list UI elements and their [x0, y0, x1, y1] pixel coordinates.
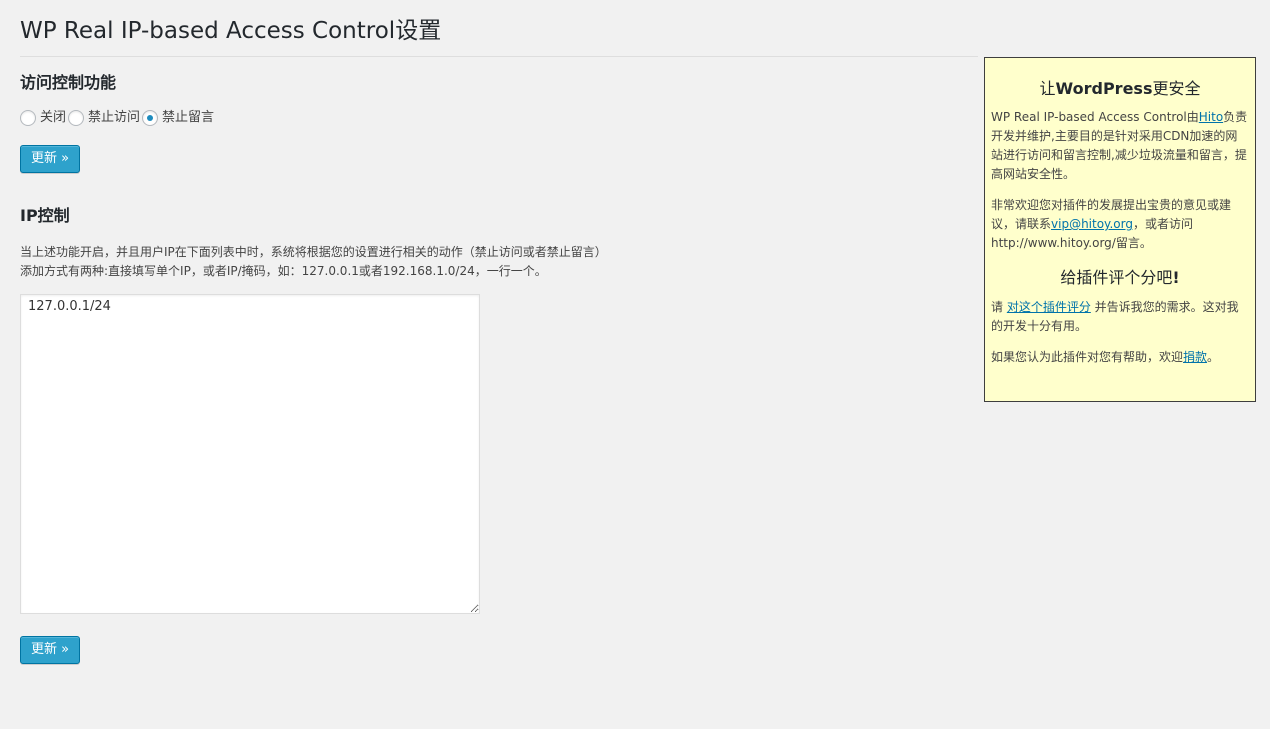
donate-text-b: 。 — [1207, 350, 1220, 364]
sidebar-heading-suffix: 更安全 — [1152, 79, 1201, 98]
intro-text-a: WP Real IP-based Access Control由 — [991, 110, 1199, 124]
title-divider — [20, 56, 978, 57]
access-mode-radio-group: 关闭 禁止访问 禁止留言 — [20, 109, 216, 127]
sidebar-heading-prefix: 让 — [1039, 79, 1056, 98]
author-link[interactable]: Hito — [1199, 110, 1223, 124]
donate-link[interactable]: 捐款 — [1183, 350, 1207, 364]
sidebar-heading: 让WordPress更安全 — [991, 78, 1249, 100]
radio-block-comments-label[interactable]: 禁止留言 — [162, 109, 214, 127]
sidebar-donate-paragraph: 如果您认为此插件对您有帮助，欢迎捐款。 — [991, 348, 1249, 367]
page-title: WP Real IP-based Access Control设置 — [20, 18, 442, 44]
ip-description-line-2: 添加方式有两种:直接填写单个IP，或者IP/掩码，如：127.0.0.1或者19… — [20, 264, 547, 278]
rate-text-a: 请 — [991, 300, 1007, 314]
plugin-info-box: 让WordPress更安全 WP Real IP-based Access Co… — [984, 57, 1256, 402]
radio-selected-dot — [147, 115, 154, 121]
rate-plugin-link[interactable]: 对这个插件评分 — [1007, 300, 1091, 314]
radio-off[interactable] — [20, 110, 36, 126]
ip-list-textarea[interactable]: 127.0.0.1/24 — [20, 294, 480, 614]
ip-control-description: 当上述功能开启，并且用户IP在下面列表中时，系统将根据您的设置进行相关的动作（禁… — [20, 243, 607, 281]
update-ip-button[interactable]: 更新 » — [20, 636, 81, 664]
update-access-button[interactable]: 更新 » — [20, 145, 81, 173]
ip-control-heading: IP控制 — [20, 206, 70, 225]
radio-block-access-label[interactable]: 禁止访问 — [88, 109, 140, 127]
sidebar-contact-paragraph: 非常欢迎您对插件的发展提出宝贵的意见或建议，请联系vip@hitoy.org，或… — [991, 196, 1249, 253]
access-control-heading: 访问控制功能 — [20, 73, 117, 92]
email-link[interactable]: vip@hitoy.org — [1051, 217, 1133, 231]
rate-heading-mark: ! — [1172, 268, 1180, 287]
sidebar-heading-brand: WordPress — [1055, 79, 1153, 98]
sidebar-rate-paragraph: 请 对这个插件评分 并告诉我您的需求。这对我的开发十分有用。 — [991, 298, 1249, 336]
radio-off-label[interactable]: 关闭 — [40, 109, 66, 127]
rate-plugin-heading: 给插件评个分吧! — [991, 267, 1249, 289]
radio-block-access[interactable] — [68, 110, 85, 126]
rate-heading-text: 给插件评个分吧 — [1060, 268, 1173, 287]
radio-block-comments[interactable] — [142, 110, 159, 126]
sidebar-intro-paragraph: WP Real IP-based Access Control由Hito负责开发… — [991, 108, 1249, 184]
ip-description-line-1: 当上述功能开启，并且用户IP在下面列表中时，系统将根据您的设置进行相关的动作（禁… — [20, 245, 607, 259]
donate-text-a: 如果您认为此插件对您有帮助，欢迎 — [991, 350, 1184, 364]
